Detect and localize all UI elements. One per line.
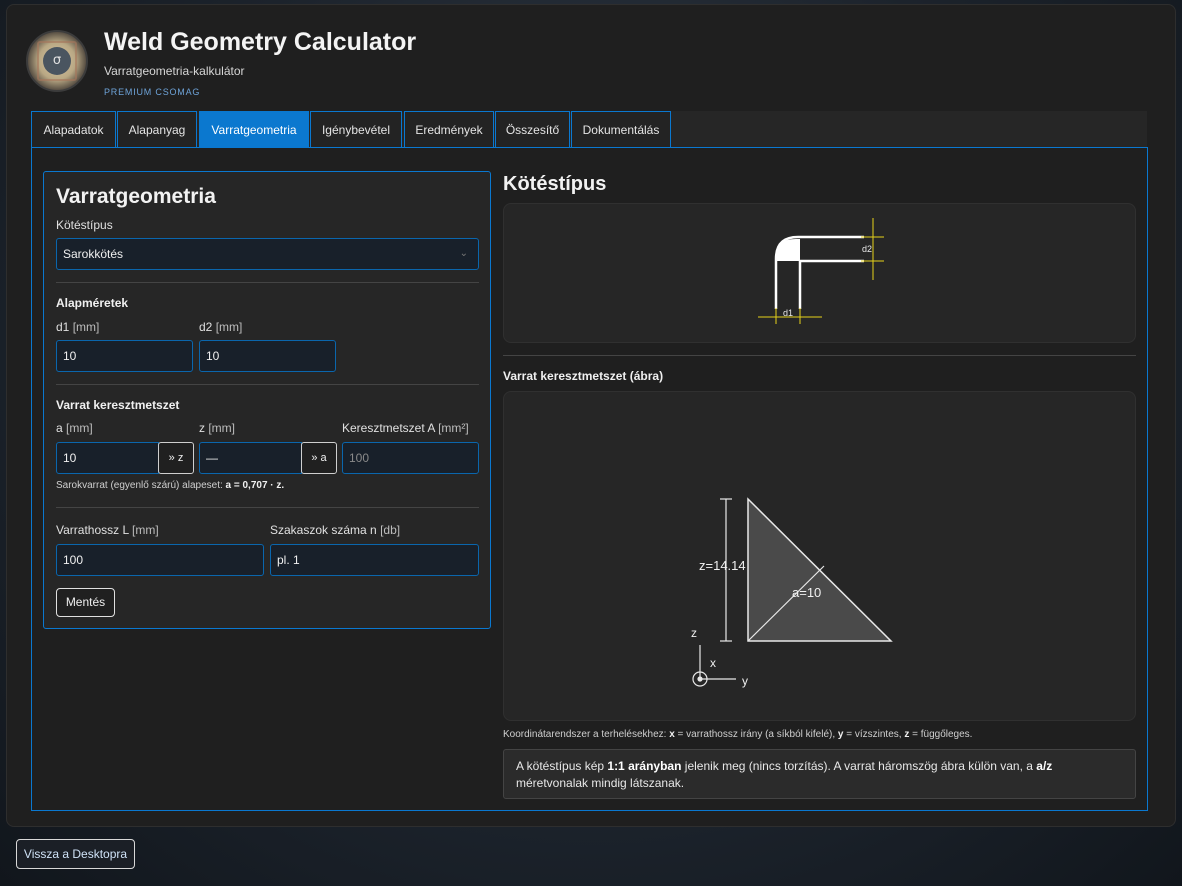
weld-section-title: Varrat keresztmetszet (ábra)	[503, 369, 664, 383]
back-to-desktop-button[interactable]: Vissza a Desktopra	[16, 839, 135, 869]
tab-dokumentalas[interactable]: Dokumentálás	[571, 111, 671, 147]
joint-type-label: Kötéstípus	[56, 218, 113, 232]
z-input[interactable]: —	[199, 442, 302, 474]
app-header: σ Weld Geometry Calculator Varratgeometr…	[26, 28, 626, 98]
premium-badge: PREMIUM CSOMAG	[104, 87, 201, 97]
a-label: a [mm]	[56, 421, 93, 435]
a-to-z-button[interactable]: » z	[158, 442, 194, 474]
divider	[56, 384, 479, 385]
tab-alapadatok[interactable]: Alapadatok	[31, 111, 116, 147]
info-message: A kötéstípus kép 1:1 arányban jelenik me…	[503, 749, 1136, 799]
chevron-down-icon: ⌄	[459, 248, 468, 259]
joint-type-title: Kötéstípus	[503, 173, 607, 195]
axis-y-label: y	[742, 674, 748, 688]
d1-label: d1 [mm]	[56, 320, 100, 334]
sigma-icon: σ	[43, 47, 71, 75]
divider	[56, 282, 479, 283]
base-dims-title: Alapméretek	[56, 296, 129, 310]
z-to-a-button[interactable]: » a	[301, 442, 337, 474]
segments-input[interactable]: pl. 1	[270, 544, 479, 576]
tab-igenybevetel[interactable]: Igénybevétel	[310, 111, 402, 147]
save-button[interactable]: Mentés	[56, 588, 115, 617]
tab-osszesito[interactable]: Összesítő	[495, 111, 570, 147]
z-value-label: z=14.14	[699, 558, 746, 573]
length-input[interactable]: 100	[56, 544, 264, 576]
d2-input[interactable]: 10	[199, 340, 336, 372]
fillet-note: Sarokvarrat (egyenlő szárú) alapeset: a …	[56, 480, 285, 491]
segments-label: Szakaszok száma n [db]	[270, 523, 401, 537]
tab-bar: Alapadatok Alapanyag Varratgeometria Igé…	[31, 111, 1147, 147]
cross-section-title: Varrat keresztmetszet	[56, 398, 180, 412]
area-input[interactable]: 100	[342, 442, 479, 474]
app-title: Weld Geometry Calculator	[104, 28, 417, 56]
joint-type-select[interactable]: Sarokkötés ⌄	[56, 238, 479, 270]
length-label: Varrathossz L [mm]	[56, 523, 159, 537]
area-label: Keresztmetszet A [mm²]	[342, 421, 469, 435]
a-value-label: a=10	[792, 585, 821, 600]
d1-input[interactable]: 10	[56, 340, 193, 372]
joint-type-value: Sarokkötés	[63, 247, 124, 261]
a-input[interactable]: 10	[56, 442, 159, 474]
form-title: Varratgeometria	[56, 185, 216, 208]
app-logo: σ	[26, 30, 88, 92]
divider	[503, 355, 1136, 356]
weld-triangle-diagram: z=14.14 a=10 z x y	[503, 391, 1136, 721]
tab-varratgeometria[interactable]: Varratgeometria	[199, 111, 309, 147]
d2-label: d2 [mm]	[199, 320, 243, 334]
axis-z-label: z	[691, 626, 697, 640]
z-label: z [mm]	[199, 421, 236, 435]
app-subtitle: Varratgeometria-kalkulátor	[104, 64, 245, 78]
corner-joint-drawing: d2 d1	[758, 218, 884, 324]
axis-x-label: x	[710, 656, 716, 670]
coordinate-note: Koordinátarendszer a terhelésekhez: x = …	[503, 729, 973, 740]
weld-triangle-svg: z=14.14 a=10 z x y	[691, 497, 893, 688]
d2-dimension-label: d2	[862, 244, 872, 254]
tab-eredmenyek[interactable]: Eredmények	[404, 111, 494, 147]
joint-type-image: d2 d1	[503, 203, 1136, 343]
d1-dimension-label: d1	[783, 308, 793, 318]
tab-alapanyag[interactable]: Alapanyag	[117, 111, 197, 147]
divider	[56, 507, 479, 508]
geometry-form-card: Varratgeometria Kötéstípus Sarokkötés ⌄ …	[43, 171, 491, 629]
